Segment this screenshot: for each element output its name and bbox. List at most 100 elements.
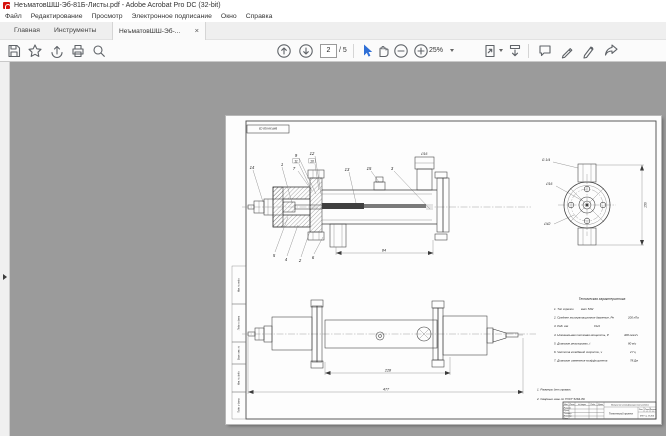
upload-cloud-icon <box>49 43 65 59</box>
acrobat-logo-icon <box>3 2 10 9</box>
tech-row-value: 2 Гц <box>629 350 636 354</box>
menu-bar: Файл Редактирование Просмотр Электронное… <box>0 11 666 22</box>
tb-sheet: 2 <box>646 411 648 413</box>
scrolling-view-icon <box>507 43 523 59</box>
tb-header: Дата <box>597 404 603 406</box>
dim-label: ∅16 <box>421 152 428 156</box>
upper-view: 84 ∅16 14 1 7 9 11 12 10 13 <box>242 151 531 263</box>
menu-edit[interactable]: Редактирование <box>31 13 83 20</box>
tb-org: БНТУ гр. Эб-81Б <box>640 416 655 418</box>
tab-document-label: НеъматовШШ-Эб-... <box>119 28 180 35</box>
callout: 9 <box>295 153 298 158</box>
page-number-input[interactable]: 2 <box>320 44 337 58</box>
side-stamps: Инв. № подл. Подп. и дата Взам. инв. № И… <box>232 266 246 419</box>
tech-row-value: мет 5/92 <box>581 307 594 311</box>
toolbar-separator <box>528 44 529 58</box>
previous-page-button[interactable] <box>276 43 292 59</box>
tb-doc-title: Выпускная квалификационная работа <box>611 403 650 406</box>
dim-label: 84 <box>382 249 386 253</box>
side-stamp-label: Подп. и дата <box>238 398 241 413</box>
save-icon <box>6 43 22 59</box>
pdf-page[interactable]: ВКР.Эб-81Б.СБ Инв. № подл. Подп. и дата … <box>226 116 661 424</box>
tech-title: Техническая характеристика <box>579 297 626 301</box>
tech-row-label: 2. Среднее эксплуатационное давление, Рн <box>553 316 614 320</box>
tab-home[interactable]: Главная <box>8 22 46 40</box>
zoom-out-button[interactable] <box>393 43 409 59</box>
tech-row-value: 80 м/с <box>628 341 637 345</box>
tb-row: Утв. <box>564 418 569 420</box>
share-file-button[interactable] <box>603 43 619 59</box>
main-toolbar: 2 / 5 25% <box>0 40 666 62</box>
tech-row-label: 4. Номинальная тепловая мощность, Р <box>554 333 609 337</box>
side-stamp-label: Подп. и дата <box>238 315 241 330</box>
tech-row-value: 200 кПа <box>627 316 639 320</box>
save-button[interactable] <box>6 43 22 59</box>
arrow-up-circle-icon <box>276 43 292 59</box>
next-page-button[interactable] <box>298 43 314 59</box>
corner-stamp-text: ВКР.Эб-81Б.СБ <box>259 127 278 131</box>
highlight-button[interactable] <box>559 43 575 59</box>
tb-row: Разраб. <box>564 408 572 410</box>
tab-tools[interactable]: Инструменты <box>48 22 102 40</box>
tb-sheets: 5 <box>653 411 654 413</box>
tech-row-label: 1. Тип горелки <box>554 307 574 311</box>
document-area: ВКР.Эб-81Б.СБ Инв. № подл. Подп. и дата … <box>0 62 666 436</box>
print-button[interactable] <box>70 43 86 59</box>
callout: 10 <box>310 159 314 163</box>
printer-icon <box>70 43 86 59</box>
zoom-in-button[interactable] <box>413 43 429 59</box>
hand-tool-button[interactable] <box>375 43 391 59</box>
select-tool-button[interactable] <box>359 43 375 59</box>
tech-row-label: 7. Диапазон изменения коэффициента <box>554 359 608 363</box>
share-button[interactable] <box>49 43 65 59</box>
acrobat-window: { "window": {"title": "НеъматовШШ-Эб-81Б… <box>0 0 666 436</box>
fill-sign-button[interactable] <box>581 43 597 59</box>
tb-lit: Лит. <box>638 409 644 411</box>
tab-document[interactable]: НеъматовШШ-Эб-... × <box>112 22 206 40</box>
callout: 7 <box>293 166 296 171</box>
side-stamp-label: Инв. № подл. <box>238 278 241 293</box>
tb-header: № докум. <box>578 403 587 406</box>
search-button[interactable] <box>91 43 107 59</box>
fit-page-icon <box>482 43 498 59</box>
fit-page-button[interactable] <box>482 43 498 59</box>
tb-header: Изм. <box>564 404 569 406</box>
minus-circle-icon <box>393 43 409 59</box>
pen-nib-icon <box>581 43 597 59</box>
end-view: G 1/4 ∅16 ∅42 150 <box>542 158 648 245</box>
drawing-canvas: ВКР.Эб-81Б.СБ Инв. № подл. Подп. и дата … <box>226 116 661 424</box>
tech-row-label: 5. Диапазон регулировки, t <box>554 341 590 345</box>
comment-button[interactable] <box>537 43 553 59</box>
callout: 2 <box>298 258 302 263</box>
navigation-pane-collapsed[interactable] <box>0 62 10 436</box>
tech-row-label: 6. Частота колебаний скорости, v <box>554 350 603 354</box>
menu-view[interactable]: Просмотр <box>92 13 123 20</box>
callout: 11 <box>294 159 298 163</box>
dim-label: 477 <box>383 388 390 392</box>
menu-file[interactable]: Файл <box>5 13 22 20</box>
tab-bar: Главная Инструменты НеъматовШШ-Эб-... × <box>0 22 666 40</box>
zoom-level-dropdown[interactable]: 25% <box>429 44 443 57</box>
favorite-button[interactable] <box>27 43 43 59</box>
arrow-down-circle-icon <box>298 43 314 59</box>
menu-help[interactable]: Справка <box>246 13 273 20</box>
toolbar-separator <box>353 44 354 58</box>
tb-header: Подп. <box>590 403 596 406</box>
fit-width-button[interactable] <box>507 43 523 59</box>
tb-doc-name: Технический проект <box>609 413 633 416</box>
dim-label: 150 <box>644 202 648 208</box>
bottom-view: 228 477 <box>242 300 536 394</box>
tech-row-label: 3. Раб. газ <box>554 324 569 328</box>
menu-window[interactable]: Окно <box>221 13 237 20</box>
corner-stamp: ВКР.Эб-81Б.СБ <box>247 125 289 133</box>
menu-esign[interactable]: Электронное подписание <box>132 13 212 20</box>
chevron-right-icon[interactable] <box>3 274 7 280</box>
hand-icon <box>375 43 391 59</box>
plus-circle-icon <box>413 43 429 59</box>
zoom-dropdown-caret-icon[interactable] <box>450 49 454 52</box>
callout: 12 <box>310 151 315 156</box>
fit-dropdown-caret-icon[interactable] <box>499 49 503 52</box>
tech-row-value: 78 Дж <box>630 359 639 363</box>
tab-close-icon[interactable]: × <box>195 22 199 40</box>
dim-label: 228 <box>384 369 392 373</box>
